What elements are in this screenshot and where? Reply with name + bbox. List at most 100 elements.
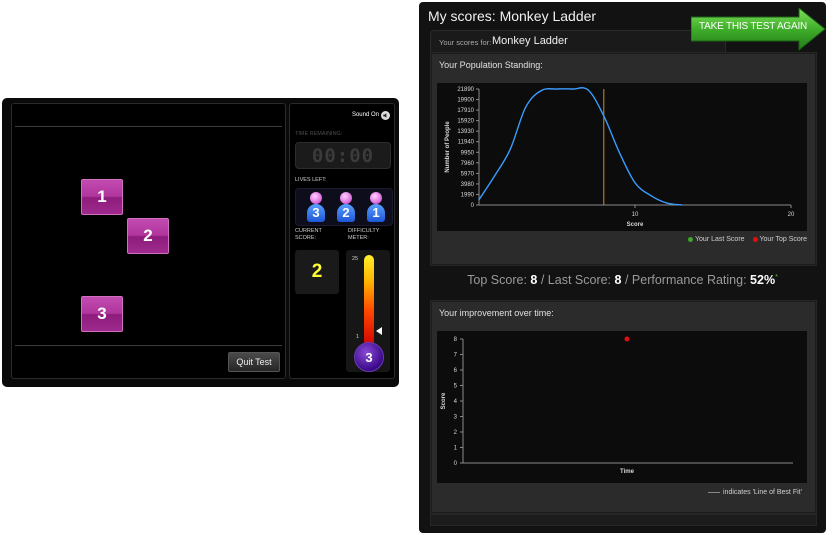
- legend-last-score: Your Last Score: [695, 236, 745, 243]
- improvement-chart: 0 1 2 3 4 5 6 7 8 Time Score: [437, 331, 807, 483]
- population-legend: Your Last Score Your Top Score: [688, 236, 807, 243]
- population-data-point: [540, 89, 542, 92]
- number-tile-1[interactable]: 1: [81, 179, 123, 215]
- x-tick-label: 20: [788, 212, 795, 218]
- life-number: 3: [307, 204, 325, 222]
- best-fit-line-swatch: [708, 491, 720, 493]
- y-axis-title: Number of People: [445, 121, 451, 173]
- scores-window: My scores: Monkey Ladder Your scores for…: [419, 2, 826, 533]
- life-icon: 3: [307, 192, 325, 222]
- legend-last-score-swatch: [688, 236, 693, 242]
- population-data-point: [478, 199, 480, 201]
- difficulty-meter-label: DIFFICULTY METER:: [348, 228, 380, 241]
- population-data-point: [509, 148, 511, 150]
- y-tick-label: 6: [454, 368, 458, 374]
- best-fit-label: indicates 'Line of Best Fit': [723, 489, 802, 496]
- life-number: 2: [337, 204, 355, 222]
- x-tick-label: 10: [632, 212, 639, 218]
- sound-label: Sound On: [351, 112, 379, 118]
- population-standing-card: Your Population Standing: 0 1990 3980 5970 7…: [430, 52, 817, 266]
- y-tick-label: 4: [454, 399, 458, 405]
- y-tick-label: 21890: [457, 87, 474, 93]
- population-data-point: [572, 88, 574, 90]
- y-tick-label: 0: [454, 461, 458, 467]
- y-tick-label: 1: [454, 446, 458, 452]
- performance-rating-value: 52%: [750, 273, 776, 287]
- population-data-point: [650, 194, 652, 197]
- y-axis-title: Score: [441, 392, 447, 409]
- y-tick-label: 2: [454, 430, 458, 436]
- lives-display: 3 2 1: [295, 188, 393, 226]
- y-tick-label: 19900: [457, 98, 474, 104]
- life-number: 1: [367, 204, 385, 222]
- life-icon: 1: [367, 192, 385, 222]
- population-data-point: [634, 182, 636, 184]
- play-area-bottom-divider: [15, 345, 282, 346]
- y-tick-label: 7960: [461, 161, 475, 167]
- last-score-value: 8: [614, 273, 622, 287]
- take-test-again-label: TAKE THIS TEST AGAIN: [699, 21, 808, 32]
- best-fit-note: indicates 'Line of Best Fit': [708, 489, 802, 496]
- population-data-point: [665, 202, 667, 204]
- y-tick-label: 0: [471, 203, 475, 209]
- population-curve-series: [478, 87, 682, 206]
- population-data-point: [587, 89, 589, 91]
- sound-toggle[interactable]: Sound On: [352, 111, 390, 120]
- scores-for-bar: Your scores for: Monkey Ladder: [430, 30, 726, 54]
- top-score-label: Top Score:: [467, 273, 527, 287]
- current-score-value: 2: [295, 250, 339, 294]
- play-area-top-divider: [15, 126, 282, 127]
- legend-top-score-swatch: [752, 236, 758, 242]
- y-tick-label: 1990: [461, 192, 475, 198]
- meter-max-label: 25: [352, 256, 359, 262]
- y-tick-label: 8: [454, 337, 458, 343]
- timer-display: 00:00: [295, 142, 391, 169]
- y-tick-label: 7: [454, 353, 458, 359]
- rating-footnote-mark: *: [775, 273, 778, 281]
- scores-for-label: Your scores for:: [439, 38, 492, 47]
- quit-test-button[interactable]: Quit Test: [228, 352, 280, 372]
- score-summary: Top Score: 8 / Last Score: 8 / Performan…: [419, 273, 826, 287]
- improvement-title: Your improvement over time:: [439, 308, 554, 318]
- population-standing-title: Your Population Standing:: [439, 60, 543, 70]
- meter-min-label: 1: [356, 334, 360, 340]
- number-tile-3[interactable]: 3: [81, 296, 123, 332]
- meter-pointer-icon: [376, 327, 382, 335]
- y-tick-label: 5: [454, 384, 458, 390]
- thermometer-tube: [364, 255, 374, 347]
- y-tick-label: 13930: [457, 129, 474, 135]
- scores-for-value: Monkey Ladder: [492, 35, 568, 47]
- improvement-card: Your improvement over time: 0 1 2 3 4 5 6 7 8 Tim…: [430, 300, 817, 514]
- scores-page-title: My scores: Monkey Ladder: [428, 8, 597, 24]
- population-chart-svg: 0 1990 3980 5970 7960 9950 11940 13930 15920 1791…: [445, 87, 795, 228]
- time-remaining-label: TIME REMAINING:: [295, 131, 343, 137]
- speaker-icon: [381, 111, 390, 120]
- x-axis-title: Score: [627, 222, 644, 228]
- game-window: 1 2 3 Quit Test Sound On TIME REMAINING:…: [2, 98, 399, 387]
- performance-rating-label: / Performance Rating:: [624, 273, 747, 287]
- meter-value-bulb: 3: [354, 342, 384, 372]
- y-tick-label: 9950: [461, 150, 475, 156]
- take-test-again-button[interactable]: TAKE THIS TEST AGAIN: [691, 8, 827, 52]
- population-data-point: [618, 151, 620, 154]
- score-data-point: [624, 336, 630, 342]
- y-tick-label: 17910: [457, 108, 474, 114]
- population-data-point: [556, 88, 558, 90]
- lives-left-label: LIVES LEFT:: [295, 177, 327, 183]
- difficulty-meter: 25 1 3: [346, 250, 390, 372]
- y-tick-label: 3980: [461, 182, 475, 188]
- number-tile-2[interactable]: 2: [127, 218, 169, 254]
- life-icon: 2: [337, 192, 355, 222]
- x-axis-title: Time: [620, 469, 635, 475]
- legend-top-score: Your Top Score: [759, 236, 807, 243]
- improvement-chart-svg: 0 1 2 3 4 5 6 7 8 Time Score: [441, 336, 793, 475]
- current-score-label: CURRENT SCORE:: [295, 228, 322, 241]
- top-score-value: 8: [530, 273, 538, 287]
- y-tick-label: 5970: [461, 171, 475, 177]
- population-data-point: [525, 106, 527, 108]
- population-chart: 0 1990 3980 5970 7960 9950 11940 13930 15920 1791…: [437, 83, 807, 231]
- y-tick-label: 11940: [458, 140, 475, 146]
- population-data-point: [681, 204, 683, 206]
- population-data-point: [494, 175, 496, 177]
- game-side-panel: Sound On TIME REMAINING: 00:00 LIVES LEF…: [289, 103, 395, 379]
